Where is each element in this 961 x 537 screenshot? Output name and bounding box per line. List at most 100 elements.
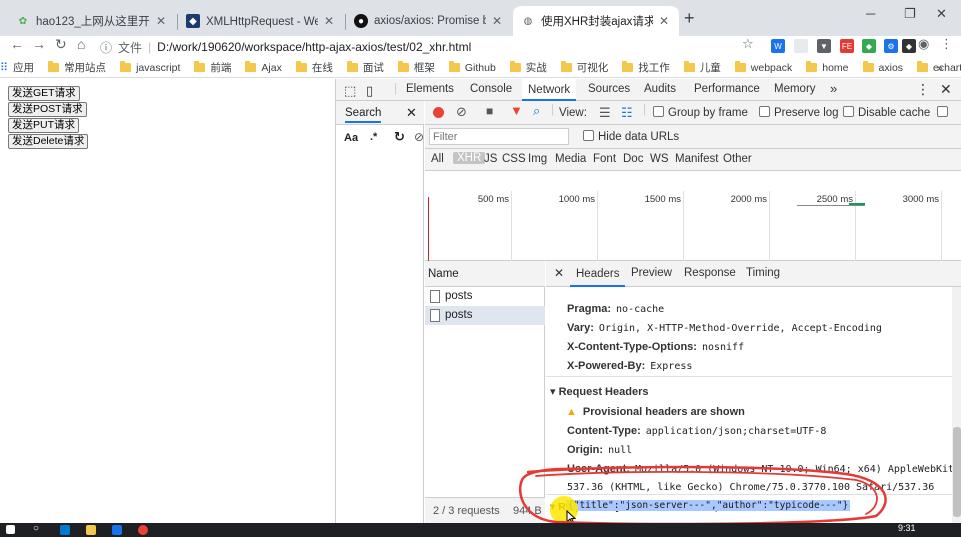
window-close-button[interactable]: ✕	[936, 6, 947, 22]
extension-v-icon[interactable]: ▼	[817, 39, 831, 53]
inspect-element-icon[interactable]: ⬚	[344, 83, 356, 99]
checkbox[interactable]	[759, 106, 770, 117]
bookmark-folder[interactable]: 找工作	[622, 60, 670, 75]
devtools-close-icon[interactable]: ✕	[940, 81, 952, 98]
panel-tab-console[interactable]: Console	[470, 83, 512, 95]
extension-gear-icon[interactable]: ⚙	[884, 39, 898, 53]
panel-tab-memory[interactable]: Memory	[774, 83, 816, 95]
type-filter-xhr[interactable]: XHR	[453, 152, 486, 164]
explorer-taskbar-icon[interactable]	[86, 525, 96, 535]
extension-fe-icon[interactable]: FE	[840, 39, 854, 53]
type-filter-other[interactable]: Other	[723, 153, 752, 165]
info-icon[interactable]: ⓘ	[100, 39, 112, 56]
close-icon[interactable]: ✕	[657, 14, 671, 28]
request-headers-section[interactable]: ▾ Request Headers	[550, 385, 648, 398]
bookmark-folder[interactable]: 前端	[194, 60, 231, 75]
device-toggle-icon[interactable]: ▯	[366, 83, 373, 99]
tab-axios-github[interactable]: ● axios/axios: Promise based HT ✕	[346, 6, 512, 36]
type-filter-manifest[interactable]: Manifest	[675, 153, 718, 165]
group-by-frame-checkbox[interactable]: Group by frame	[653, 106, 748, 119]
type-filter-css[interactable]: CSS	[502, 153, 526, 165]
devtools-menu-icon[interactable]: ⋮	[916, 81, 930, 98]
disable-cache-checkbox[interactable]: Disable cache	[843, 106, 930, 119]
send-post-button[interactable]: 发送POST请求	[8, 102, 87, 117]
type-filter-doc[interactable]: Doc	[623, 153, 643, 165]
bookmark-apps[interactable]: ⠿ 应用	[0, 60, 34, 75]
bookmark-folder[interactable]: 框架	[397, 60, 435, 75]
profile-avatar-icon[interactable]: ◉	[918, 36, 929, 52]
send-put-button[interactable]: 发送PUT请求	[8, 118, 79, 133]
regex-toggle[interactable]: .*	[370, 131, 377, 143]
minimize-button[interactable]: ─	[866, 6, 875, 21]
type-filter-media[interactable]: Media	[555, 153, 586, 165]
bookmarks-overflow-icon[interactable]: »	[937, 62, 943, 74]
filter-funnel-icon[interactable]: ▼	[510, 103, 523, 118]
refresh-search-icon[interactable]: ↻	[394, 129, 405, 145]
taskbar-search-icon[interactable]: ○	[33, 523, 39, 534]
scrollbar-thumb[interactable]	[953, 427, 961, 517]
extension-shield-icon[interactable]: ◆	[902, 39, 916, 53]
detail-tab-preview[interactable]: Preview	[631, 267, 672, 279]
bookmark-folder[interactable]: 面试	[346, 60, 384, 75]
bookmark-folder[interactable]: axios	[862, 61, 903, 74]
forward-arrow-icon[interactable]: →	[32, 36, 46, 52]
tab-xhr-active[interactable]: ◍ 使用XHR封装ajax请求参数 ✕	[513, 6, 679, 36]
tab-xmlhttprequest[interactable]: ◆ XMLHttpRequest - Web API 接 ✕	[178, 6, 344, 36]
clear-search-icon[interactable]: ⊘	[414, 130, 424, 144]
checkbox[interactable]	[653, 106, 664, 117]
preserve-log-checkbox[interactable]: Preserve log	[759, 106, 839, 119]
type-filter-all[interactable]: All	[431, 153, 444, 165]
extension-blank-icon[interactable]	[794, 39, 808, 53]
detail-scrollbar[interactable]	[952, 287, 961, 523]
close-search-icon[interactable]: ✕	[406, 105, 417, 121]
bookmark-folder[interactable]: Ajax	[245, 61, 282, 74]
waterfall-view-icon[interactable]: ☷	[621, 105, 633, 121]
back-arrow-icon[interactable]: ←	[10, 36, 24, 52]
search-icon[interactable]: ⌕	[533, 103, 540, 119]
type-filter-ws[interactable]: WS	[650, 153, 669, 165]
offline-checkbox[interactable]	[937, 106, 952, 119]
bookmark-folder[interactable]: webpack	[734, 61, 792, 74]
close-detail-icon[interactable]: ✕	[554, 266, 564, 280]
request-row-selected[interactable]: posts	[425, 306, 545, 325]
reload-icon[interactable]: ↻	[55, 36, 67, 53]
match-case-toggle[interactable]: Aa	[344, 132, 358, 144]
bookmark-folder[interactable]: 在线	[295, 60, 333, 75]
record-icon[interactable]	[433, 107, 444, 118]
type-filter-font[interactable]: Font	[593, 153, 616, 165]
panel-tab-sources[interactable]: Sources	[588, 83, 630, 95]
checkbox[interactable]	[843, 106, 854, 117]
close-icon[interactable]: ✕	[154, 14, 168, 28]
clear-icon[interactable]: ⊘	[456, 104, 467, 120]
address-bar[interactable]: ⓘ 文件 | D:/work/190620/workspace/http-aja…	[100, 37, 760, 57]
panel-tab-network[interactable]: Network	[522, 79, 577, 101]
bookmark-folder[interactable]: javascript	[120, 61, 180, 74]
panel-tab-performance[interactable]: Performance	[694, 83, 760, 95]
panel-tab-elements[interactable]: Elements	[406, 83, 454, 95]
windows-start-icon[interactable]	[6, 525, 15, 534]
chrome-taskbar-icon[interactable]	[138, 525, 148, 535]
send-get-button[interactable]: 发送GET请求	[8, 86, 80, 101]
checkbox[interactable]	[937, 106, 948, 117]
close-icon[interactable]: ✕	[322, 14, 336, 28]
timeline-overview[interactable]: 500 ms 1000 ms 1500 ms 2000 ms 2500 ms 3…	[425, 191, 961, 261]
type-filter-js[interactable]: JS	[484, 153, 497, 165]
request-row[interactable]: posts	[425, 287, 545, 306]
menu-kebab-icon[interactable]: ⋮	[940, 36, 953, 52]
search-tab[interactable]: Search	[345, 107, 382, 123]
panel-tab-audits[interactable]: Audits	[644, 83, 676, 95]
hide-data-urls-checkbox[interactable]: Hide data URLs	[583, 130, 679, 143]
extension-w-icon[interactable]: W	[771, 39, 785, 53]
vscode-taskbar-icon[interactable]	[60, 525, 70, 535]
bookmark-folder[interactable]: 儿童	[683, 60, 721, 75]
more-panels-icon[interactable]: »	[830, 81, 837, 96]
bookmark-folder[interactable]: 实战	[509, 60, 547, 75]
name-column-header[interactable]: Name	[425, 261, 545, 287]
checkbox[interactable]	[583, 130, 594, 141]
app-taskbar-icon[interactable]	[112, 525, 122, 535]
home-icon[interactable]: ⌂	[77, 36, 85, 52]
new-tab-button[interactable]: +	[684, 8, 695, 29]
filter-input[interactable]	[429, 128, 569, 145]
restore-button[interactable]: ❐	[904, 6, 916, 22]
list-view-icon[interactable]: ☰	[599, 105, 611, 121]
